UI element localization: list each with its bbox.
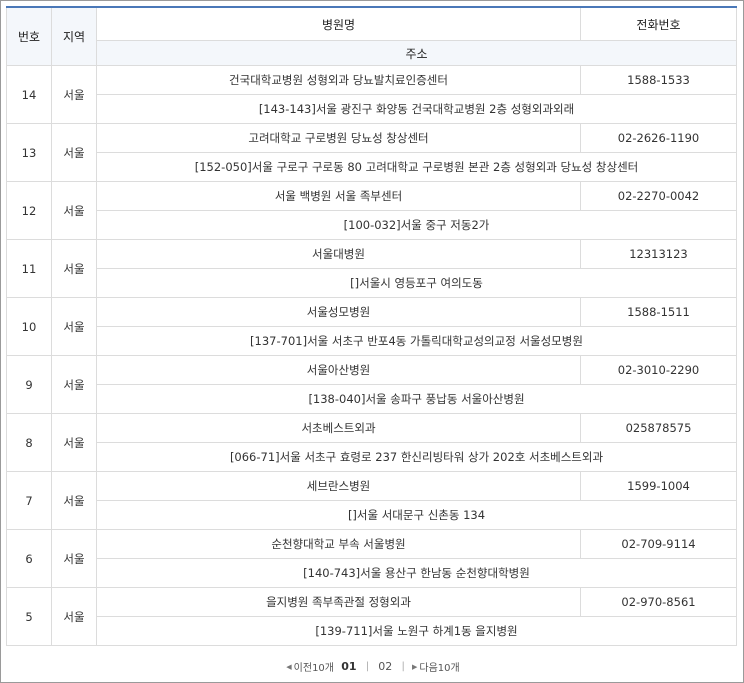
row-region: 서울 bbox=[51, 123, 97, 182]
table-row-address: [100-032]서울 중구 저동2가 bbox=[7, 210, 737, 240]
column-header-phone: 전화번호 bbox=[580, 6, 737, 41]
hospital-name-link[interactable]: 서울아산병원 bbox=[96, 355, 581, 385]
hospital-phone: 12313123 bbox=[580, 239, 737, 269]
page-2-link[interactable]: 02 bbox=[378, 660, 392, 673]
row-number: 7 bbox=[6, 471, 52, 530]
row-number: 9 bbox=[6, 355, 52, 414]
hospital-phone: 02-3010-2290 bbox=[580, 355, 737, 385]
hospital-phone: 025878575 bbox=[580, 413, 737, 443]
row-region: 서울 bbox=[51, 529, 97, 588]
hospital-phone: 02-2270-0042 bbox=[580, 181, 737, 211]
column-header-address: 주소 bbox=[96, 40, 737, 66]
table-row: 13 서울 고려대학교 구로병원 당뇨성 창상센터 02-2626-1190 bbox=[6, 123, 737, 182]
next-arrow-icon: ▶ bbox=[412, 662, 418, 671]
row-number: 12 bbox=[6, 181, 52, 240]
hospital-table: 번호 지역 병원명 전화번호 주소 14 서울 건국대학교병원 성형외과 당뇨발치료… bbox=[6, 6, 737, 646]
hospital-address: [139-711]서울 노원구 하계1동 을지병원 bbox=[96, 616, 737, 646]
page-1-current[interactable]: 01 bbox=[341, 660, 356, 673]
hospital-name-link[interactable]: 건국대학교병원 성형외과 당뇨발치료인증센터 bbox=[96, 65, 581, 95]
hospital-name-link[interactable]: 서울성모병원 bbox=[96, 297, 581, 327]
column-header-no: 번호 bbox=[6, 6, 52, 66]
hospital-address: [100-032]서울 중구 저동2가 bbox=[96, 210, 737, 240]
table-row: 12 서울 서울 백병원 서울 족부센터 02-2270-0042 bbox=[6, 181, 737, 240]
hospital-phone: 02-709-9114 bbox=[580, 529, 737, 559]
hospital-name-link[interactable]: 순천향대학교 부속 서울병원 bbox=[96, 529, 581, 559]
hospital-name-link[interactable]: 을지병원 족부족관절 정형외과 bbox=[96, 587, 581, 617]
table-row: 8 서울 서초베스트외과 025878575 bbox=[6, 413, 737, 472]
hospital-name-link[interactable]: 고려대학교 구로병원 당뇨성 창상센터 bbox=[96, 123, 581, 153]
row-number: 10 bbox=[6, 297, 52, 356]
row-region: 서울 bbox=[51, 239, 97, 298]
table-row: 7 서울 세브란스병원 1599-1004 bbox=[6, 471, 737, 530]
column-header-region: 지역 bbox=[51, 6, 97, 66]
table-row-address: [066-71]서울 서초구 효령로 237 한신리빙타워 상가 202호 서초… bbox=[7, 442, 737, 472]
table-row: 5 서울 을지병원 족부족관절 정형외과 02-970-8561 bbox=[6, 587, 737, 646]
hospital-phone: 1588-1533 bbox=[580, 65, 737, 95]
hospital-address: [138-040]서울 송파구 풍납동 서울아산병원 bbox=[96, 384, 737, 414]
table-row-address: []서울 서대문구 신촌동 134 bbox=[7, 500, 737, 530]
table-row-address: [140-743]서울 용산구 한남동 순천향대학병원 bbox=[7, 558, 737, 588]
row-region: 서울 bbox=[51, 297, 97, 356]
row-region: 서울 bbox=[51, 587, 97, 646]
table-body: 14 서울 건국대학교병원 성형외과 당뇨발치료인증센터 1588-1533 [143-… bbox=[6, 65, 737, 646]
hospital-name-link[interactable]: 서초베스트외과 bbox=[96, 413, 581, 443]
hospital-address: [137-701]서울 서초구 반포4동 가톨릭대학교성의교정 서울성모병원 bbox=[96, 326, 737, 356]
prev-10-link[interactable]: 이전10개 bbox=[294, 659, 334, 674]
hospital-address: []서울 서대문구 신촌동 134 bbox=[96, 500, 737, 530]
pager-divider: | bbox=[401, 661, 405, 672]
table-row: 6 서울 순천향대학교 부속 서울병원 02-709-9114 bbox=[6, 529, 737, 588]
row-region: 서울 bbox=[51, 181, 97, 240]
row-number: 6 bbox=[6, 529, 52, 588]
row-number: 5 bbox=[6, 587, 52, 646]
hospital-name-link[interactable]: 서울 백병원 서울 족부센터 bbox=[96, 181, 581, 211]
hospital-phone: 02-2626-1190 bbox=[580, 123, 737, 153]
column-header-name: 병원명 bbox=[96, 6, 581, 41]
hospital-phone: 1588-1511 bbox=[580, 297, 737, 327]
hospital-phone: 02-970-8561 bbox=[580, 587, 737, 617]
next-10-link[interactable]: 다음10개 bbox=[419, 659, 459, 674]
table-row-address: [152-050]서울 구로구 구로동 80 고려대학교 구로병원 본관 2층 … bbox=[7, 152, 737, 182]
table-row: 9 서울 서울아산병원 02-3010-2290 bbox=[6, 355, 737, 414]
row-region: 서울 bbox=[51, 355, 97, 414]
pagination: ◀ 이전10개 01 | 02 | ▶ 다음10개 bbox=[0, 659, 744, 674]
hospital-name-link[interactable]: 세브란스병원 bbox=[96, 471, 581, 501]
hospital-phone: 1599-1004 bbox=[580, 471, 737, 501]
row-number: 13 bbox=[6, 123, 52, 182]
prev-arrow-icon: ◀ bbox=[286, 662, 292, 671]
table-row-address: [137-701]서울 서초구 반포4동 가톨릭대학교성의교정 서울성모병원 bbox=[7, 326, 737, 356]
row-number: 11 bbox=[6, 239, 52, 298]
table-row: 10 서울 서울성모병원 1588-1511 bbox=[6, 297, 737, 356]
row-region: 서울 bbox=[51, 471, 97, 530]
row-number: 8 bbox=[6, 413, 52, 472]
table-row-address: []서울시 영등포구 여의도동 bbox=[7, 268, 737, 298]
hospital-name-link[interactable]: 서울대병원 bbox=[96, 239, 581, 269]
table-row-address: [143-143]서울 광진구 화양동 건국대학교병원 2층 성형외과외래 bbox=[7, 94, 737, 124]
hospital-address: [140-743]서울 용산구 한남동 순천향대학병원 bbox=[96, 558, 737, 588]
table-row: 14 서울 건국대학교병원 성형외과 당뇨발치료인증센터 1588-1533 bbox=[6, 65, 737, 124]
hospital-address: [066-71]서울 서초구 효령로 237 한신리빙타워 상가 202호 서초… bbox=[96, 442, 737, 472]
hospital-address: [152-050]서울 구로구 구로동 80 고려대학교 구로병원 본관 2층 … bbox=[96, 152, 737, 182]
hospital-address: [143-143]서울 광진구 화양동 건국대학교병원 2층 성형외과외래 bbox=[96, 94, 737, 124]
table-row-address: [138-040]서울 송파구 풍납동 서울아산병원 bbox=[7, 384, 737, 414]
row-number: 14 bbox=[6, 65, 52, 124]
table-header: 번호 지역 병원명 전화번호 주소 bbox=[6, 6, 737, 66]
table-row-address: [139-711]서울 노원구 하계1동 을지병원 bbox=[7, 616, 737, 646]
row-region: 서울 bbox=[51, 413, 97, 472]
row-region: 서울 bbox=[51, 65, 97, 124]
table-row: 11 서울 서울대병원 12313123 bbox=[6, 239, 737, 298]
hospital-address: []서울시 영등포구 여의도동 bbox=[96, 268, 737, 298]
pager-divider: | bbox=[365, 661, 370, 672]
